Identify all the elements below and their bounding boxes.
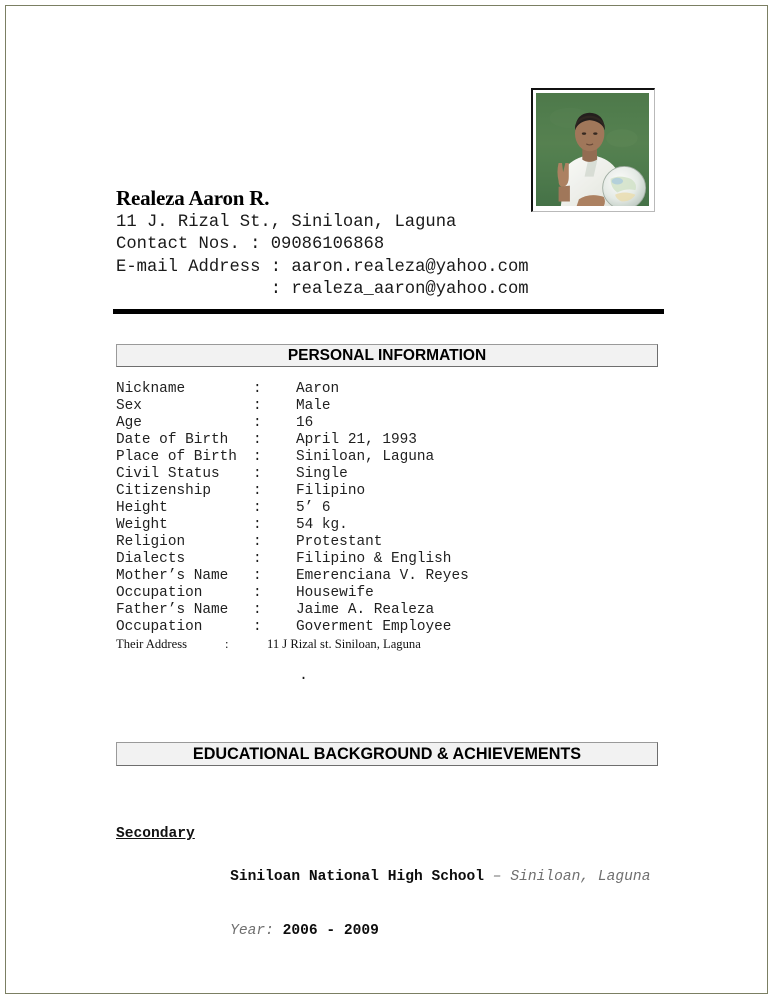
info-row-separator: :	[253, 500, 262, 516]
info-row-value: April 21, 1993	[296, 432, 417, 448]
info-row: Occupation: Goverment Employee	[116, 619, 676, 636]
info-row-label: Citizenship	[116, 483, 211, 499]
applicant-email-secondary: : realeza_aaron@yahoo.com	[116, 280, 529, 300]
school-name: Siniloan National High School	[230, 869, 485, 885]
info-row: Citizenship: Filipino	[116, 483, 676, 500]
info-row-label: Father’s Name	[116, 602, 229, 618]
info-row-label: Date of Birth	[116, 432, 229, 448]
info-row-value: Jaime A. Realeza	[296, 602, 435, 618]
info-row-value: Filipino & English	[296, 551, 452, 567]
school-location: Siniloan, Laguna	[510, 869, 651, 885]
header-divider-rule	[113, 309, 664, 314]
school-separator: –	[484, 869, 511, 885]
info-row-separator: :	[253, 483, 262, 499]
info-row: Weight: 54 kg.	[116, 517, 676, 534]
info-row-value: Male	[296, 398, 331, 414]
education-level-label: Secondary	[116, 826, 195, 842]
info-row-value: Siniloan, Laguna	[296, 449, 435, 465]
info-row-value: 54 kg.	[296, 517, 348, 533]
info-row-value: Goverment Employee	[296, 619, 452, 635]
info-row: Sex: Male	[116, 398, 676, 415]
section-heading-educational-background: EDUCATIONAL BACKGROUND & ACHIEVEMENTS	[116, 742, 658, 766]
applicant-name: Realeza Aaron R.	[116, 186, 270, 210]
info-row-separator: :	[253, 449, 262, 465]
applicant-email-primary: E-mail Address : aaron.realeza@yahoo.com	[116, 257, 529, 277]
info-row: Age: 16	[116, 415, 676, 432]
applicant-address: 11 J. Rizal St., Siniloan, Laguna	[116, 213, 457, 232]
info-row-separator: :	[253, 568, 262, 584]
info-row-label: Mother’s Name	[116, 568, 229, 584]
info-row-separator: :	[253, 534, 262, 550]
personal-information-list: Nickname: Aaron Sex: Male Age:16 Date of Birt…	[116, 381, 676, 653]
info-row-value: 16	[296, 415, 314, 431]
info-row-label: Place of Birth	[116, 449, 237, 465]
info-row: Date of Birth: April 21, 1993	[116, 432, 676, 449]
info-row-value: Aaron	[296, 381, 340, 397]
info-row-label: Nickname	[116, 381, 186, 397]
info-row-separator: :	[253, 551, 262, 567]
info-row: Mother’s Name: Emerenciana V. Reyes	[116, 568, 676, 585]
info-row-separator: :	[253, 432, 262, 448]
info-row-label: Religion	[116, 534, 186, 550]
info-row: Religion: Protestant	[116, 534, 676, 551]
stray-period-mark: .	[299, 667, 309, 684]
info-row-label: Sex	[116, 398, 142, 414]
info-row: Nickname: Aaron	[116, 381, 676, 398]
info-row-label: Occupation	[116, 619, 203, 635]
info-row: Occupation: Housewife	[116, 585, 676, 602]
resume-page: Realeza Aaron R. 11 J. Rizal St., Sinilo…	[0, 0, 774, 1000]
school-year-line: Year: 2006 - 2009	[160, 904, 676, 958]
info-row-value: Housewife	[296, 585, 374, 601]
info-row-their-address: Their Address: 11 J Rizal st. Siniloan, L…	[116, 636, 676, 653]
info-row-separator: :	[253, 585, 262, 601]
info-row: Height: 5’ 6	[116, 500, 676, 517]
info-row-separator: :	[253, 415, 262, 431]
info-row-label: Dialects	[116, 551, 186, 567]
applicant-contact: Contact Nos. : 09086106868	[116, 235, 385, 255]
info-row-label: Weight	[116, 517, 168, 533]
info-row-separator: :	[253, 398, 262, 414]
info-row-value: Single	[296, 466, 348, 482]
info-row-label: Age	[116, 415, 142, 431]
info-row-label: Their Address	[116, 637, 187, 651]
school-entry: Siniloan National High School – Siniloan…	[116, 850, 676, 958]
info-row: Father’s Name: Jaime A. Realeza	[116, 602, 676, 619]
section-heading-personal-information: PERSONAL INFORMATION	[116, 344, 658, 367]
school-name-line: Siniloan National High School – Siniloan…	[160, 850, 676, 904]
info-row: Dialects: Filipino & English	[116, 551, 676, 568]
info-row-separator: :	[225, 637, 229, 651]
resume-header: Realeza Aaron R. 11 J. Rizal St., Sinilo…	[116, 186, 676, 302]
education-section: Secondary Siniloan National High School …	[116, 824, 676, 958]
year-label: Year:	[230, 923, 283, 939]
info-row-separator: :	[253, 381, 262, 397]
info-row: Place of Birth: Siniloan, Laguna	[116, 449, 676, 466]
info-row-value: Filipino	[296, 483, 366, 499]
info-row-value: 5’ 6	[296, 500, 331, 516]
info-row-label: Civil Status	[116, 466, 220, 482]
info-row-separator: :	[253, 517, 262, 533]
info-row: Civil Status: Single	[116, 466, 676, 483]
info-row-separator: :	[253, 602, 262, 618]
info-row-value: 11 J Rizal st. Siniloan, Laguna	[267, 637, 421, 651]
info-row-label: Occupation	[116, 585, 203, 601]
info-row-separator: :	[253, 619, 262, 635]
info-row-value: Emerenciana V. Reyes	[296, 568, 469, 584]
info-row-value: Protestant	[296, 534, 383, 550]
info-row-separator: :	[253, 466, 262, 482]
info-row-label: Height	[116, 500, 168, 516]
year-value: 2006 - 2009	[282, 923, 379, 939]
